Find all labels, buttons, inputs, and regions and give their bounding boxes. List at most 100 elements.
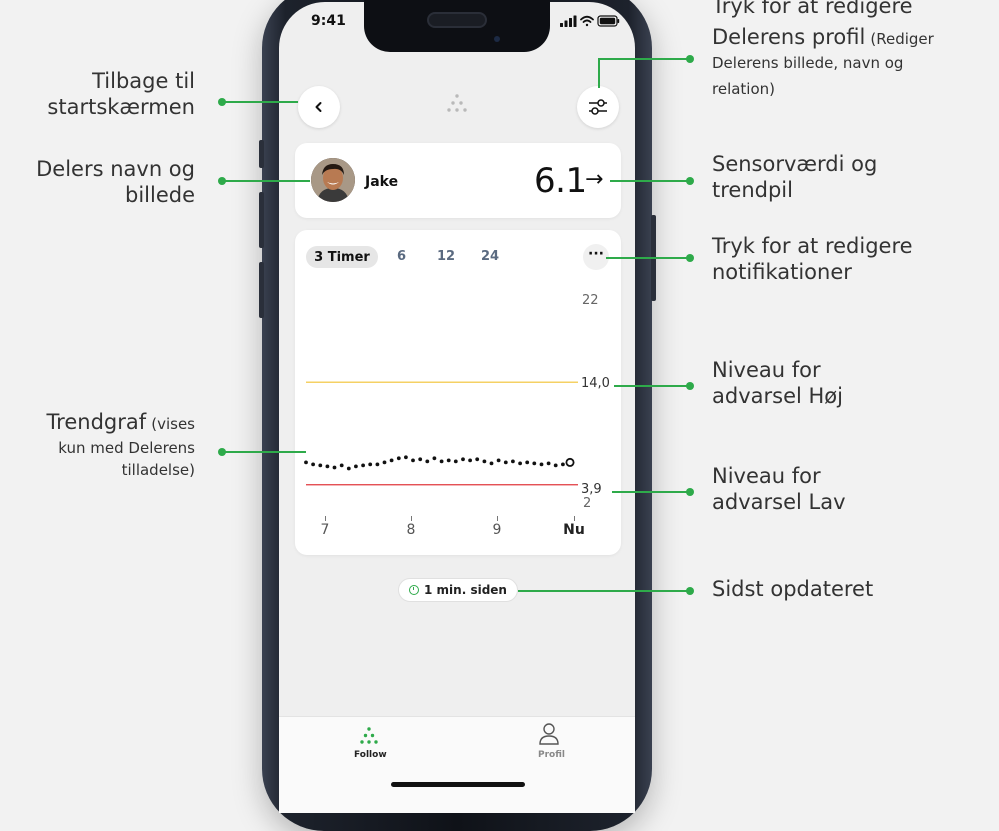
reading-point <box>546 461 551 466</box>
x-tick-mark <box>574 516 575 521</box>
reading-point <box>518 461 522 466</box>
x-tick-7: 7 <box>320 522 330 538</box>
annotation-edit-profile: Tryk for at redigere Delerens profil (Re… <box>712 0 934 98</box>
reading-point <box>332 465 337 470</box>
reading-point <box>468 458 472 463</box>
annotation-sharer-line2: billede <box>124 182 195 207</box>
callout-line <box>610 180 690 182</box>
annotation-graph-title: Trendgraf <box>46 410 147 434</box>
annotation-back: Tilbage til startskærmen <box>47 69 195 120</box>
reading-point <box>453 459 458 464</box>
callout-dot <box>686 488 694 496</box>
callout-line <box>518 590 690 592</box>
reading-point <box>439 459 444 464</box>
callout-dot <box>686 587 694 595</box>
reading-point <box>532 461 537 466</box>
reading-point <box>511 459 515 464</box>
callout-line <box>222 451 306 453</box>
reading-point <box>411 458 415 463</box>
callout-line <box>612 491 690 493</box>
reading-point <box>418 457 423 462</box>
callout-line <box>614 385 690 387</box>
tab-follow-label: Follow <box>354 750 387 760</box>
annotation-edit-profile-line2: Delerens profil (Rediger <box>712 25 934 51</box>
annotation-sensor-line2: trendpil <box>712 177 793 202</box>
reading-point <box>339 463 344 468</box>
x-tick-mark <box>411 516 412 521</box>
reading-point <box>482 459 487 464</box>
reading-point <box>461 457 465 462</box>
annotation-updated: Sidst opdateret <box>712 577 873 603</box>
annotation-graph: Trendgraf (vises kun med Delerens tillad… <box>46 410 195 479</box>
reading-point <box>432 456 437 461</box>
tab-bar <box>279 716 635 813</box>
y-tick-2: 2 <box>583 496 592 511</box>
reading-point <box>475 457 480 462</box>
annotation-edit-profile-note1: (Rediger <box>870 29 934 48</box>
annotation-back-line2: startskærmen <box>47 94 195 119</box>
x-tick-now: Nu <box>563 522 585 538</box>
callout-line <box>222 180 310 182</box>
annotation-graph-note1: (vises <box>151 415 195 433</box>
reading-point <box>318 463 323 468</box>
tab-follow[interactable]: Follow <box>344 722 394 766</box>
y-tick-high: 14,0 <box>581 376 610 391</box>
reading-point <box>389 458 394 463</box>
annotation-notifications-line2: notifikationer <box>712 259 852 284</box>
annotation-low-line1: Niveau for <box>712 464 821 488</box>
reading-point <box>446 458 451 463</box>
last-updated-badge: 1 min. siden <box>398 578 518 602</box>
callout-dot <box>686 382 694 390</box>
annotation-sensor: Sensorværdi og trendpil <box>712 152 877 203</box>
reading-point <box>361 463 365 468</box>
annotation-edit-profile-note2: Delerens billede, navn og <box>712 54 904 73</box>
reading-point <box>503 460 508 465</box>
callout-dot <box>686 55 694 63</box>
x-tick-8: 8 <box>406 522 416 538</box>
reading-point <box>539 462 544 467</box>
clock-icon <box>409 585 420 595</box>
annotation-sharer: Delers navn og billede <box>36 157 195 208</box>
reading-point <box>525 460 530 465</box>
callout-line <box>606 257 690 259</box>
reading-point <box>382 460 387 465</box>
tab-profile-label: Profil <box>538 750 565 760</box>
y-tick-22: 22 <box>582 293 599 308</box>
annotation-graph-line1: Trendgraf (vises <box>46 410 195 436</box>
annotation-high-line1: Niveau for <box>712 358 821 382</box>
reading-point <box>346 466 351 471</box>
person-icon <box>539 723 559 745</box>
reading-point <box>325 464 330 469</box>
reading-point <box>489 461 494 466</box>
annotation-edit-profile-title: Delerens profil <box>712 24 866 49</box>
annotation-sensor-line1: Sensorværdi og <box>712 152 878 176</box>
annotation-notifications-line1: Tryk for at redigere <box>712 234 913 258</box>
annotation-graph-note2: kun med Delerens <box>58 438 195 457</box>
reading-point <box>561 462 565 467</box>
annotation-edit-profile-line1: Tryk for at redigere <box>712 0 913 18</box>
reading-point <box>354 464 358 469</box>
annotation-edit-profile-note3: relation) <box>712 79 776 98</box>
reading-point <box>304 460 308 465</box>
annotation-updated-line1: Sidst opdateret <box>712 577 874 601</box>
reading-point <box>375 462 380 467</box>
tab-profile[interactable]: Profil <box>524 722 574 766</box>
reading-point <box>368 462 373 467</box>
x-tick-mark <box>497 516 498 521</box>
annotation-notifications: Tryk for at redigere notifikationer <box>712 234 913 285</box>
follow-dots-icon <box>360 727 378 744</box>
y-tick-low: 3,9 <box>581 482 602 497</box>
annotation-low: Niveau for advarsel Lav <box>712 464 846 515</box>
reading-point <box>553 463 558 468</box>
annotation-high: Niveau for advarsel Høj <box>712 358 843 409</box>
callout-dot <box>686 254 694 262</box>
last-updated-text: 1 min. siden <box>424 583 507 597</box>
reading-point <box>496 458 501 463</box>
x-tick-mark <box>325 516 326 521</box>
x-tick-9: 9 <box>492 522 502 538</box>
callout-line <box>222 101 298 103</box>
callout-line <box>598 58 600 88</box>
trend-graph <box>304 381 578 486</box>
reading-point <box>404 455 408 460</box>
annotation-sharer-line1: Delers navn og <box>36 157 195 181</box>
